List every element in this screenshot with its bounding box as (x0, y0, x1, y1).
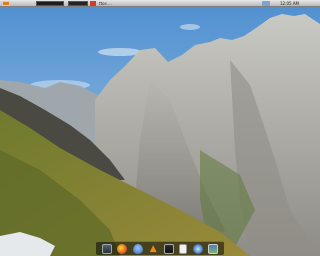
monitor-icon[interactable] (101, 243, 112, 254)
tray-icon[interactable] (262, 1, 270, 6)
screen-icon[interactable] (163, 243, 174, 254)
file-icon[interactable] (179, 243, 188, 254)
app-menu-icon[interactable] (2, 1, 10, 6)
cloud (98, 48, 142, 56)
vlc-icon[interactable]: ▲ (148, 244, 158, 254)
clock[interactable]: 12:05 AM (280, 1, 299, 6)
cloud (180, 24, 200, 30)
top-panel: ttos ... 12:05 AM (0, 0, 320, 7)
taskbar-window-button[interactable] (68, 1, 88, 6)
taskbar-window-button[interactable] (36, 1, 64, 6)
desktop-wallpaper (0, 0, 320, 256)
dock: ▲ (96, 241, 224, 255)
taskbar-window-button[interactable] (90, 1, 96, 6)
drop-icon[interactable] (132, 243, 143, 254)
eye-icon[interactable] (192, 243, 203, 254)
firefox-icon[interactable] (117, 243, 128, 254)
photo-icon[interactable] (208, 243, 219, 254)
window-label[interactable]: ttos ... (99, 1, 112, 6)
